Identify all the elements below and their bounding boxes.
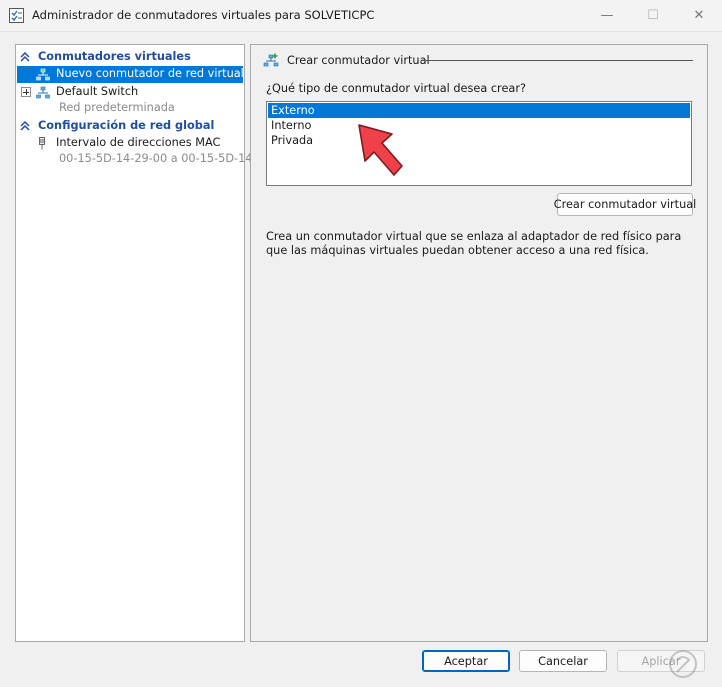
watermark-logo-icon (669, 650, 697, 678)
switch-type-option-internal[interactable]: Interno (268, 118, 690, 133)
section-label: Configuración de red global (38, 119, 215, 132)
section-virtual-switches[interactable]: Conmutadores virtuales (16, 49, 244, 66)
title-bar: Administrador de conmutadores virtuales … (0, 0, 722, 32)
switch-type-question: ¿Qué tipo de conmutador virtual desea cr… (266, 82, 526, 95)
section-label: Conmutadores virtuales (38, 50, 191, 63)
annotation-arrow-icon (358, 124, 403, 176)
tree-item-new-virtual-switch[interactable]: Nuevo conmutador de red virtual (17, 66, 244, 83)
collapse-chevron-icon (20, 121, 30, 131)
switch-type-listbox[interactable]: Externo Interno Privada (266, 101, 692, 186)
maximize-button[interactable]: ☐ (630, 0, 676, 31)
collapse-chevron-icon (20, 52, 30, 62)
section-global-network-config[interactable]: Configuración de red global (16, 118, 244, 135)
tree-item-mac-address-range[interactable]: Intervalo de direcciones MAC (17, 135, 243, 152)
expand-plus-icon[interactable] (21, 87, 31, 97)
mac-range-subtitle: 00-15-5D-14-29-00 a 00-15-5D-14... (59, 152, 264, 165)
switch-type-description: Crea un conmutador virtual que se enlaza… (266, 230, 682, 257)
window-title: Administrador de conmutadores virtuales … (32, 8, 375, 22)
new-network-switch-icon (36, 68, 50, 81)
add-switch-icon (263, 53, 279, 67)
accept-button[interactable]: Aceptar (422, 650, 510, 672)
close-icon: ✕ (693, 8, 705, 23)
header-divider (423, 60, 693, 61)
tree-item-label: Intervalo de direcciones MAC (56, 136, 221, 149)
maximize-icon: ☐ (647, 8, 659, 23)
tree-item-label: Default Switch (56, 85, 139, 98)
switch-manager-icon (9, 8, 24, 23)
minimize-icon: — (600, 8, 614, 23)
switch-type-option-private[interactable]: Privada (268, 133, 690, 148)
switch-type-option-external[interactable]: Externo (268, 103, 690, 118)
network-switch-icon (36, 86, 50, 99)
create-virtual-switch-button[interactable]: Crear conmutador virtual (554, 193, 696, 216)
cancel-button[interactable]: Cancelar (519, 650, 607, 672)
panel-title: Crear conmutador virtual (287, 54, 430, 67)
details-pane: Crear conmutador virtual ¿Qué tipo de co… (250, 44, 708, 642)
network-adapter-icon (39, 137, 45, 150)
minimize-button[interactable]: — (584, 0, 630, 31)
default-switch-subtitle: Red predeterminada (59, 101, 175, 114)
tree-item-default-switch[interactable]: Default Switch (17, 84, 243, 101)
tree-item-label: Nuevo conmutador de red virtual (56, 67, 244, 80)
close-button[interactable]: ✕ (676, 0, 722, 31)
navigation-tree: Conmutadores virtuales Nuevo conmutador … (15, 44, 263, 642)
